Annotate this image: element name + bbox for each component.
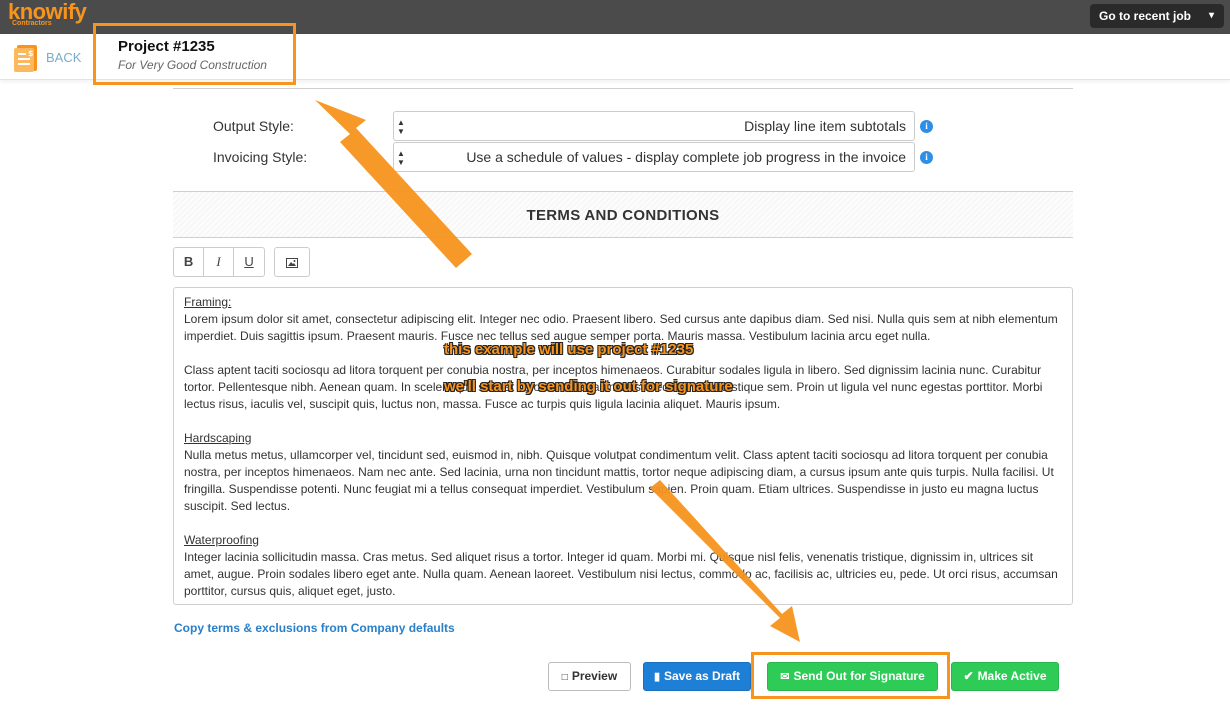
make-active-label: Make Active [977,669,1047,683]
info-icon[interactable]: i [920,151,933,164]
tutorial-caption: we'll start by sending it out for signat… [444,378,733,395]
select-arrows-icon: ▲ ▼ [397,149,405,167]
output-style-value: Display line item subtotals [744,118,906,134]
invoicing-style-select[interactable]: ▲ ▼ Use a schedule of values - display co… [393,142,915,172]
go-to-recent-job-dropdown[interactable]: Go to recent job ▾ [1090,4,1224,28]
recent-job-label: Go to recent job [1099,9,1192,23]
save-draft-button[interactable]: ▮ Save as Draft [643,662,751,691]
section-heading: Waterproofing [184,533,259,547]
invoice-document-icon[interactable]: $ [14,43,40,73]
image-icon [286,257,298,268]
project-highlight-box [93,23,296,85]
select-arrows-icon: ▲ ▼ [397,118,405,136]
format-button-group: B I U [173,247,265,277]
underline-button[interactable]: U [234,248,264,276]
output-style-select[interactable]: ▲ ▼ Display line item subtotals [393,111,915,141]
bold-button[interactable]: B [174,248,205,276]
file-icon: ▮ [653,671,660,683]
preview-label: Preview [571,669,618,683]
paragraph: Nulla metus metus, ullamcorper vel, tinc… [184,448,1054,513]
back-button[interactable]: BACK [46,50,81,65]
chevron-down-icon: ▾ [1208,10,1214,21]
invoicing-style-value: Use a schedule of values - display compl… [466,149,906,165]
section-heading: Framing: [184,295,232,309]
insert-image-button[interactable] [275,248,309,276]
preview-button[interactable]: □ Preview [548,662,631,691]
divider [173,88,1073,89]
check-icon: ✔ [963,669,974,683]
paragraph: Lorem ipsum dolor sit amet, consectetur … [184,312,1058,343]
pdf-file-icon: □ [561,672,568,683]
paragraph: Integer lacinia sollicitudin massa. Cras… [184,550,1058,598]
section-heading: Hardscaping [184,431,252,445]
tutorial-caption: this example will use project #1235 [444,341,694,358]
make-active-button[interactable]: ✔ Make Active [951,662,1059,691]
info-icon[interactable]: i [920,120,933,133]
invoicing-style-label: Invoicing Style: [213,149,308,165]
terms-editor[interactable]: Framing: Lorem ipsum dolor sit amet, con… [173,287,1073,605]
logo-subtitle: Contractors [12,20,52,27]
terms-section-header: TERMS AND CONDITIONS [173,191,1073,238]
image-button-group [274,247,310,277]
copy-terms-link[interactable]: Copy terms & exclusions from Company def… [174,621,455,635]
italic-button[interactable]: I [204,248,235,276]
output-style-label: Output Style: [213,118,294,134]
svg-text:$: $ [28,49,34,58]
terms-title: TERMS AND CONDITIONS [526,207,720,224]
signature-highlight-box [751,652,950,699]
save-draft-label: Save as Draft [664,669,741,683]
